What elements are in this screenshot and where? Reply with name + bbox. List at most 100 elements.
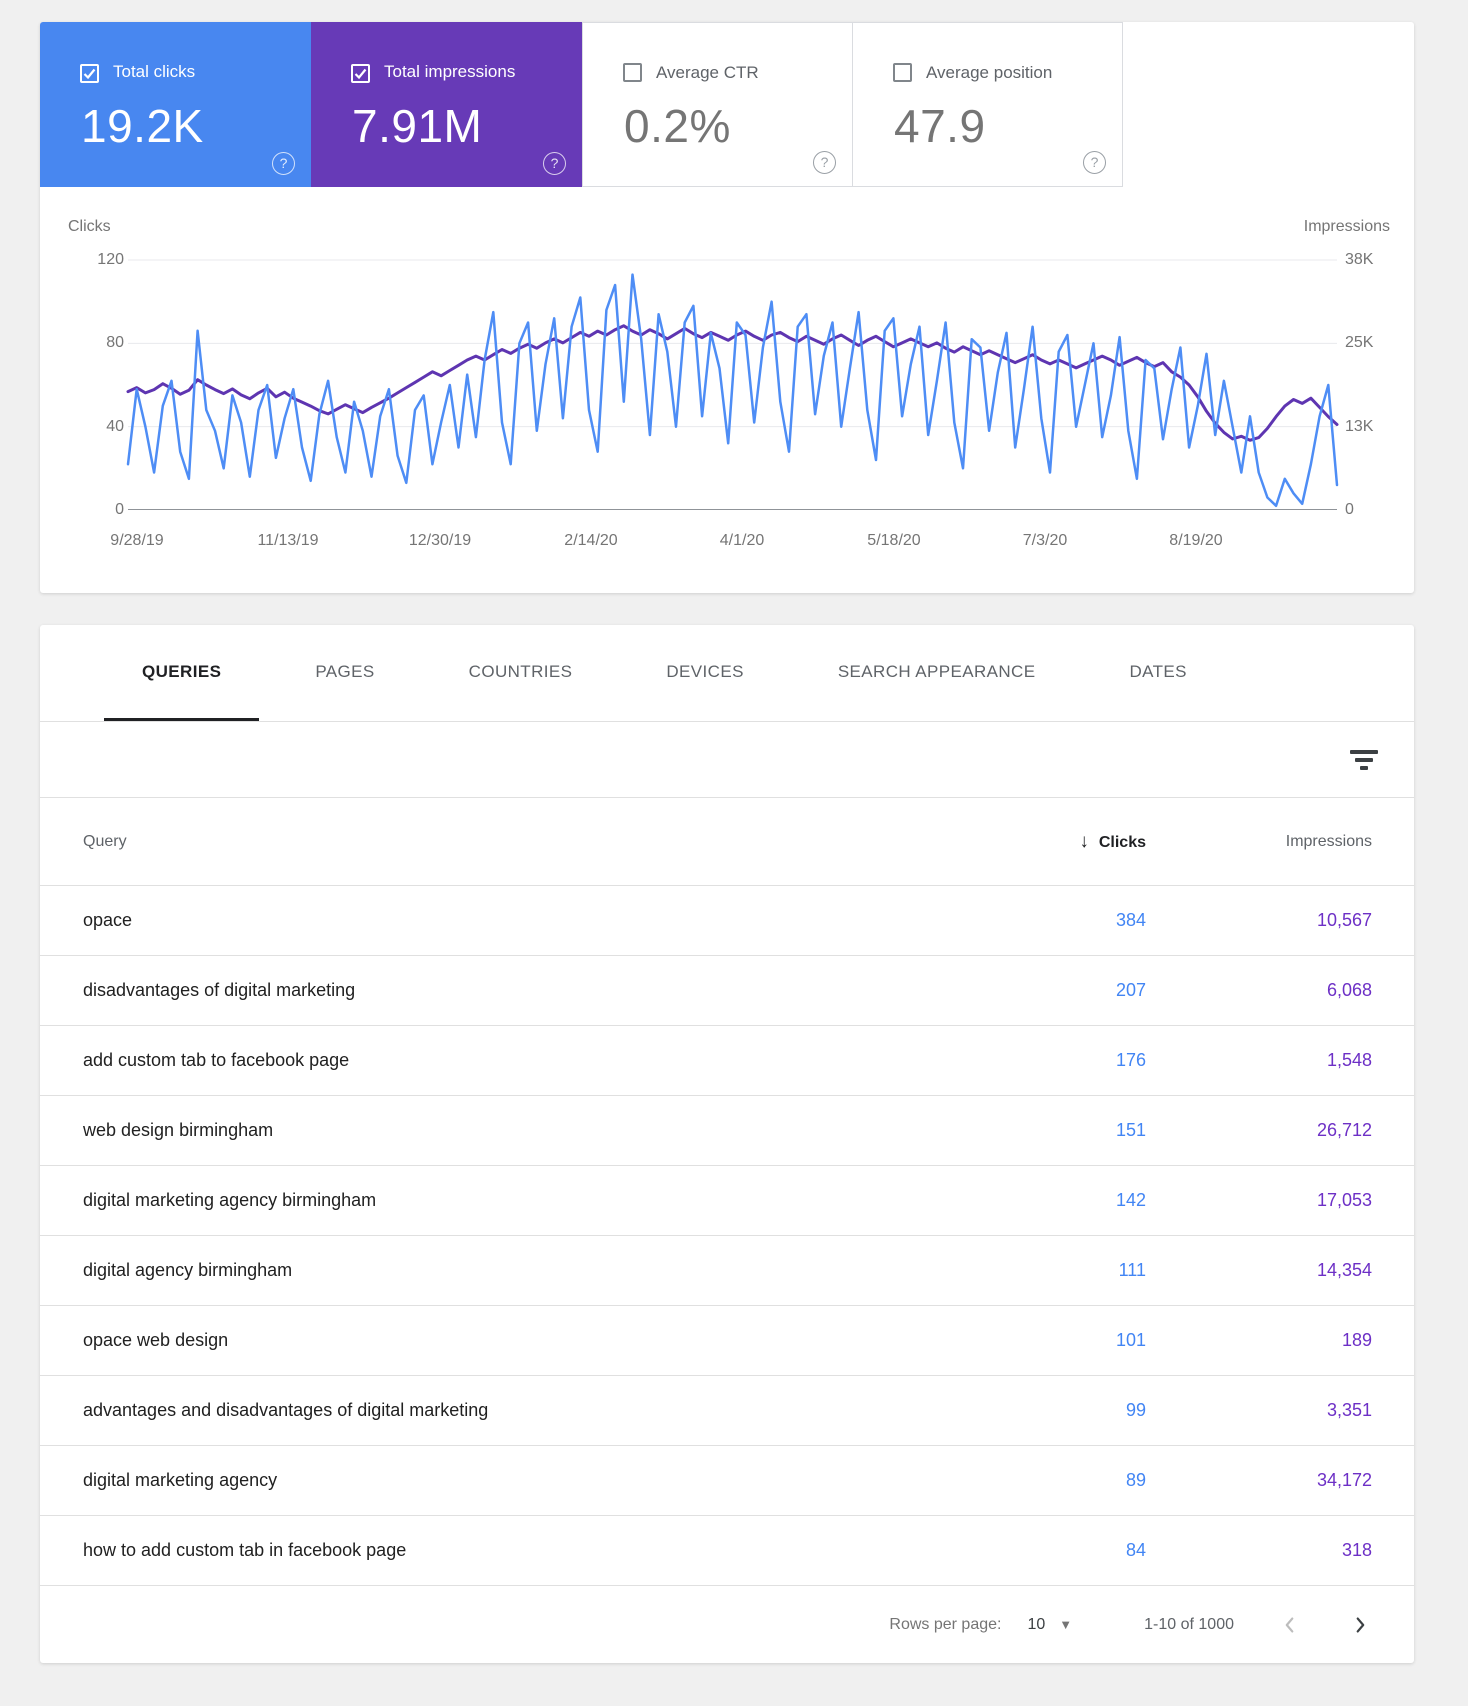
clicks-cell: 89 <box>1125 1470 1146 1490</box>
left-ytick: 80 <box>106 334 124 351</box>
next-page-button[interactable] <box>1346 1611 1374 1639</box>
help-icon[interactable]: ? <box>813 151 836 174</box>
query-cell: digital marketing agency birmingham <box>83 1190 377 1210</box>
x-axis-label: 4/1/20 <box>719 532 765 549</box>
average-ctr-value: 0.2% <box>624 100 731 152</box>
card-label: Average position <box>926 63 1053 82</box>
unchecked-checkbox-icon[interactable] <box>623 63 642 82</box>
left-ytick: 0 <box>115 501 124 518</box>
right-ytick: 0 <box>1345 501 1354 518</box>
checked-checkbox-icon[interactable] <box>351 64 370 83</box>
query-cell: opace <box>83 910 133 930</box>
average-ctr-card[interactable]: Average CTR 0.2% ? <box>582 22 853 187</box>
right-axis-title: Impressions <box>1303 218 1390 235</box>
impressions-cell: 34,172 <box>1316 1470 1372 1490</box>
pagination-bar: Rows per page: 10 ▼ 1-10 of 1000 <box>40 1586 1414 1663</box>
total-impressions-card[interactable]: Total impressions 7.91M ? <box>311 22 582 187</box>
card-label: Total clicks <box>113 62 196 81</box>
query-cell: disadvantages of digital marketing <box>83 980 356 1000</box>
query-cell: web design birmingham <box>83 1120 274 1140</box>
table-row[interactable]: digital marketing agency 89 34,172 <box>40 1446 1414 1516</box>
impressions-cell: 189 <box>1341 1330 1372 1350</box>
impressions-cell: 3,351 <box>1326 1400 1372 1420</box>
query-column-header[interactable]: Query <box>40 833 986 851</box>
table-filter-row <box>40 722 1414 798</box>
right-ytick: 13K <box>1345 418 1374 435</box>
x-axis-label: 2/14/20 <box>564 532 618 549</box>
table-row[interactable]: disadvantages of digital marketing 207 6… <box>40 956 1414 1026</box>
x-axis-label: 9/28/19 <box>110 532 164 549</box>
query-cell: digital agency birmingham <box>83 1260 293 1280</box>
clicks-cell: 176 <box>1115 1050 1146 1070</box>
table-row[interactable]: advantages and disadvantages of digital … <box>40 1376 1414 1446</box>
unchecked-checkbox-icon[interactable] <box>893 63 912 82</box>
impressions-cell: 318 <box>1341 1540 1372 1560</box>
performance-panel: Total clicks 19.2K ? Total impressions 7… <box>40 22 1414 593</box>
impressions-cell: 1,548 <box>1326 1050 1372 1070</box>
x-axis-label: 7/3/20 <box>1022 532 1068 549</box>
sort-desc-icon: ↓ <box>1079 830 1089 852</box>
x-axis-label: 11/13/19 <box>257 532 319 549</box>
clicks-cell: 151 <box>1115 1120 1146 1140</box>
help-icon[interactable]: ? <box>272 152 295 175</box>
impressions-column-header[interactable]: Impressions <box>1146 833 1372 851</box>
right-ytick: 25K <box>1345 334 1374 351</box>
average-position-card[interactable]: Average position 47.9 ? <box>852 22 1123 187</box>
clicks-cell: 99 <box>1125 1400 1146 1420</box>
clicks-column-header[interactable]: ↓ Clicks <box>986 831 1146 853</box>
table-row[interactable]: digital marketing agency birmingham 142 … <box>40 1166 1414 1236</box>
left-ytick: 40 <box>106 418 124 435</box>
tab-queries[interactable]: QUERIES <box>104 625 260 721</box>
rows-per-page-label: Rows per page: <box>889 1615 1002 1633</box>
clicks-cell: 384 <box>1115 910 1146 930</box>
table-row[interactable]: digital agency birmingham 111 14,354 <box>40 1236 1414 1306</box>
table-row[interactable]: how to add custom tab in facebook page 8… <box>40 1516 1414 1586</box>
tab-countries[interactable]: COUNTRIES <box>431 625 611 721</box>
x-axis-label: 5/18/20 <box>867 532 921 549</box>
impressions-cell: 10,567 <box>1316 910 1372 930</box>
table-row[interactable]: web design birmingham 151 26,712 <box>40 1096 1414 1166</box>
previous-page-button[interactable] <box>1276 1611 1304 1639</box>
x-axis-label: 8/19/20 <box>1169 532 1223 549</box>
clicks-impressions-line-chart[interactable] <box>126 259 1339 510</box>
query-cell: digital marketing agency <box>83 1470 278 1490</box>
clicks-cell: 111 <box>1118 1260 1146 1280</box>
card-label: Total impressions <box>384 62 516 81</box>
tab-dates[interactable]: DATES <box>1091 625 1224 721</box>
table-header-row: Query ↓ Clicks Impressions <box>40 798 1414 886</box>
clicks-cell: 101 <box>1115 1330 1146 1350</box>
query-cell: add custom tab to facebook page <box>83 1050 350 1070</box>
query-cell: how to add custom tab in facebook page <box>83 1540 407 1560</box>
left-ytick: 120 <box>97 251 124 268</box>
total-impressions-value: 7.91M <box>352 100 483 152</box>
clicks-cell: 84 <box>1125 1540 1146 1560</box>
impressions-cell: 6,068 <box>1326 980 1372 1000</box>
filter-list-icon[interactable] <box>1350 749 1378 770</box>
dimensions-panel: QUERIES PAGES COUNTRIES DEVICES SEARCH A… <box>40 625 1414 1663</box>
table-row[interactable]: opace web design 101 189 <box>40 1306 1414 1376</box>
metric-cards: Total clicks 19.2K ? Total impressions 7… <box>40 22 1414 187</box>
average-position-value: 47.9 <box>894 100 986 152</box>
help-icon[interactable]: ? <box>1083 151 1106 174</box>
query-cell: advantages and disadvantages of digital … <box>83 1400 489 1420</box>
impressions-cell: 14,354 <box>1316 1260 1372 1280</box>
rows-per-page-select[interactable]: 10 <box>1027 1616 1045 1634</box>
left-axis-title: Clicks <box>68 218 111 235</box>
impressions-cell: 17,053 <box>1316 1190 1372 1210</box>
dimension-tabs: QUERIES PAGES COUNTRIES DEVICES SEARCH A… <box>40 625 1414 722</box>
right-ytick: 38K <box>1345 251 1374 268</box>
query-cell: opace web design <box>83 1330 229 1350</box>
clicks-cell: 207 <box>1115 980 1146 1000</box>
total-clicks-card[interactable]: Total clicks 19.2K ? <box>40 22 311 187</box>
table-row[interactable]: add custom tab to facebook page 176 1,54… <box>40 1026 1414 1096</box>
tab-search-appearance[interactable]: SEARCH APPEARANCE <box>800 625 1074 721</box>
table-row[interactable]: opace 384 10,567 <box>40 886 1414 956</box>
checked-checkbox-icon[interactable] <box>80 64 99 83</box>
help-icon[interactable]: ? <box>543 152 566 175</box>
x-axis-label: 12/30/19 <box>408 532 472 549</box>
dropdown-arrow-icon[interactable]: ▼ <box>1059 1617 1072 1632</box>
clicks-cell: 142 <box>1115 1190 1146 1210</box>
tab-pages[interactable]: PAGES <box>277 625 412 721</box>
tab-devices[interactable]: DEVICES <box>628 625 781 721</box>
card-label: Average CTR <box>656 63 759 82</box>
